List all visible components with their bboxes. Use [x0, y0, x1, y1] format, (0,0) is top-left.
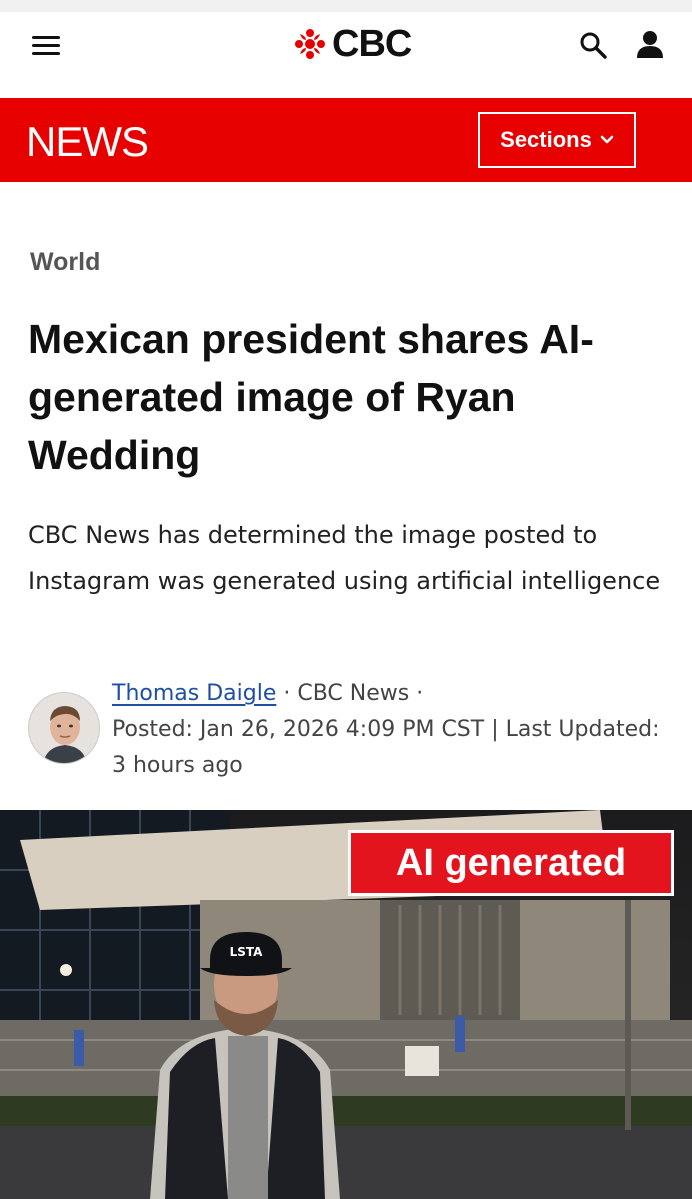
article-dek: CBC News has determined the image posted…: [28, 521, 661, 595]
ai-generated-label: AI generated: [348, 830, 674, 896]
cbc-logo[interactable]: CBC: [294, 22, 412, 66]
sections-button[interactable]: Sections: [478, 112, 636, 168]
author-portrait-icon: [29, 693, 99, 763]
byline-outlet: CBC News: [297, 681, 410, 706]
byline-separator: ·: [283, 681, 298, 706]
user-account-icon[interactable]: [634, 28, 666, 60]
sections-label: Sections: [500, 127, 592, 152]
article-category[interactable]: World: [30, 248, 100, 277]
chevron-down-icon: [600, 135, 614, 144]
hamburger-menu-icon[interactable]: [32, 34, 62, 56]
author-avatar[interactable]: [28, 692, 100, 764]
news-section-title[interactable]: NEWS: [26, 118, 149, 166]
search-icon[interactable]: [578, 30, 608, 60]
author-link[interactable]: Thomas Daigle: [112, 681, 276, 706]
top-status-strip: [0, 0, 692, 12]
svg-text:LSTA: LSTA: [230, 945, 264, 959]
article-headline: Mexican president shares AI-generated im…: [28, 316, 594, 478]
byline-separator: ·: [416, 681, 424, 706]
cbc-gem-icon: [295, 29, 325, 59]
article-byline: Thomas Daigle · CBC News · Posted: Jan 2…: [112, 676, 672, 784]
cbc-wordmark: CBC: [332, 22, 412, 65]
publish-timestamp: Posted: Jan 26, 2026 4:09 PM CST | Last …: [112, 717, 660, 778]
